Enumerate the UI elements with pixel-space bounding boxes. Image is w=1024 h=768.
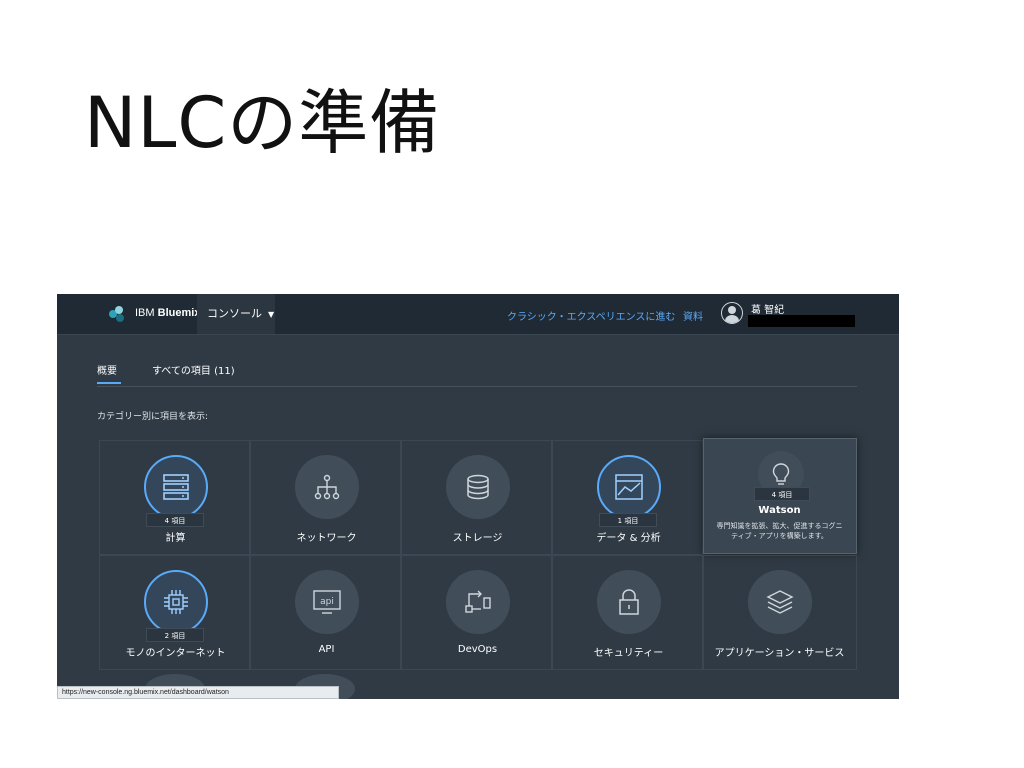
user-name[interactable]: 葛 智紀 (751, 301, 784, 316)
database-icon (446, 455, 510, 519)
tile-data-analytics[interactable]: 1 項目 データ & 分析 (552, 440, 703, 555)
tile-devops[interactable]: DevOps (401, 555, 552, 670)
caret-down-icon: ▼ (268, 310, 275, 319)
tile-api[interactable]: api API (250, 555, 401, 670)
tab-all-items[interactable]: すべての項目 (11) (152, 362, 235, 377)
tile-app-services[interactable]: アプリケーション・サービス (703, 555, 857, 670)
chart-icon (597, 455, 661, 519)
tile-compute[interactable]: 4 項目 計算 (99, 440, 250, 555)
brand-name: Bluemix (157, 307, 201, 319)
tile-name: モノのインターネット (125, 648, 226, 659)
lock-icon (597, 570, 661, 634)
brand-prefix: IBM (135, 307, 155, 319)
tile-badge: 4 項目 (754, 487, 810, 501)
tile-network[interactable]: ネットワーク (250, 440, 401, 555)
brand[interactable]: IBM Bluemix (135, 307, 200, 319)
tile-name: Watson (758, 505, 801, 516)
tile-storage[interactable]: ストレージ (401, 440, 552, 555)
tile-badge: 1 項目 (599, 513, 657, 527)
tile-name: ネットワーク (296, 533, 357, 544)
category-grid: 4 項目 計算 ネットワーク ストレージ 1 項目 データ & 分析 4 項目 … (99, 438, 857, 699)
tile-description: 専門知識を拡張、拡大、促進するコグニティブ・アプリを構築します。 (716, 522, 843, 540)
tile-security[interactable]: セキュリティー (552, 555, 703, 670)
chip-icon (144, 570, 208, 634)
bluemix-logo-icon[interactable] (109, 306, 125, 322)
tab-overview[interactable]: 概要 (97, 362, 121, 384)
tile-name: 計算 (165, 533, 186, 544)
svg-text:api: api (320, 597, 334, 607)
tile-watson[interactable]: 4 項目 Watson 専門知識を拡張、拡大、促進するコグニティブ・アプリを構築… (703, 438, 857, 554)
tab-divider (97, 386, 857, 387)
console-label: コンソール (207, 307, 262, 320)
network-icon (295, 455, 359, 519)
bluemix-screenshot: IBM Bluemix コンソール ▼ クラシック・エクスペリエンスに進む 資料 … (57, 294, 899, 699)
docs-link[interactable]: 資料 (683, 308, 703, 323)
pipeline-icon (446, 570, 510, 634)
category-label: カテゴリー別に項目を表示: (97, 412, 209, 422)
slide-title: NLCの準備 (84, 82, 441, 164)
top-bar: IBM Bluemix コンソール ▼ クラシック・エクスペリエンスに進む 資料 … (57, 294, 899, 335)
tile-name: ストレージ (452, 533, 503, 544)
server-stack-icon (144, 455, 208, 519)
tile-badge: 2 項目 (146, 628, 204, 642)
tile-badge: 4 項目 (146, 513, 204, 527)
tile-name: アプリケーション・サービス (714, 648, 845, 659)
tile-name: セキュリティー (593, 648, 664, 659)
tile-name: データ & 分析 (596, 533, 661, 544)
tile-name: API (318, 644, 335, 655)
redacted-block (748, 315, 855, 327)
status-url-bar: https://new-console.ng.bluemix.net/dashb… (57, 686, 339, 699)
api-icon: api (295, 570, 359, 634)
tile-name: DevOps (457, 644, 498, 655)
classic-experience-link[interactable]: クラシック・エクスペリエンスに進む (507, 308, 675, 323)
layers-icon (748, 570, 812, 634)
console-menu-button[interactable]: コンソール ▼ (197, 294, 275, 334)
avatar[interactable] (721, 302, 743, 324)
tile-iot[interactable]: 2 項目 モノのインターネット (99, 555, 250, 670)
